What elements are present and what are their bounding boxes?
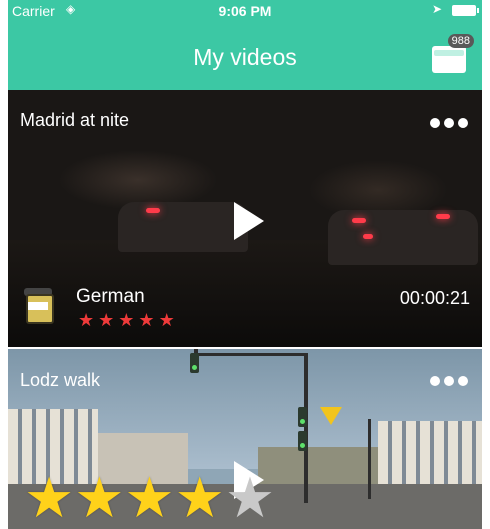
page-title: My videos (193, 44, 297, 70)
dot-icon (444, 376, 454, 386)
location-arrow-icon: ➤ (431, 2, 442, 16)
dot-icon (458, 376, 468, 386)
star-icon: ★ (74, 466, 125, 529)
star-icon: ★ (24, 466, 75, 529)
traffic-pole (304, 353, 308, 503)
video-duration: 00:00:21 (399, 288, 470, 308)
wallet-badge: 988 (447, 34, 474, 48)
rating-stars: ★ ★ ★ ★ ★ (24, 467, 275, 529)
scene-car (328, 210, 478, 265)
star-empty-icon: ★ (224, 466, 276, 529)
status-bar: Carrier ◈ 9:06 PM ➤ (8, 0, 482, 22)
scene-trees (258, 447, 378, 489)
traffic-light (298, 407, 307, 427)
traffic-arm (194, 353, 304, 356)
rating-stars: ★ ★ ★ ★ ★ (78, 310, 175, 330)
video-title: Lodz walk (20, 370, 101, 390)
traffic-light (298, 431, 307, 451)
more-options-button[interactable] (430, 376, 468, 386)
traffic-pole (368, 419, 371, 499)
star-icon: ★ (174, 466, 225, 529)
language-jar-icon (24, 286, 54, 324)
wallet-button[interactable]: 988 (432, 34, 474, 74)
star-icon: ★ (78, 310, 95, 330)
status-time: 9:06 PM (218, 3, 272, 19)
tail-light (352, 218, 366, 223)
play-icon[interactable] (234, 202, 264, 240)
more-options-button[interactable] (430, 118, 468, 128)
app-screen: Carrier ◈ 9:06 PM ➤ My videos 988 Madrid… (0, 0, 490, 529)
dot-icon (444, 118, 454, 128)
dot-icon (458, 118, 468, 128)
tail-light (363, 234, 373, 239)
star-icon: ★ (98, 310, 115, 330)
scene-building (378, 421, 482, 489)
language-label: German (76, 286, 145, 307)
traffic-light (190, 353, 199, 373)
star-icon: ★ (158, 310, 175, 330)
dot-icon (430, 376, 440, 386)
tail-light (146, 208, 160, 213)
tail-light (436, 214, 450, 219)
star-icon: ★ (118, 310, 135, 330)
dot-icon (430, 118, 440, 128)
yield-sign (320, 407, 342, 425)
star-icon: ★ (138, 310, 155, 330)
jar-label (28, 302, 48, 310)
video-title: Madrid at nite (20, 110, 130, 130)
video-card[interactable]: Madrid at nite German ★ ★ ★ ★ ★ 00:00:21 (8, 90, 482, 347)
scene-car (118, 202, 248, 252)
app-header: Carrier ◈ 9:06 PM ➤ My videos 988 (8, 0, 482, 90)
star-icon: ★ (124, 466, 175, 529)
wallet-flap (434, 50, 464, 56)
scene-glow (58, 150, 218, 210)
battery-icon (452, 5, 479, 16)
video-card[interactable]: Lodz walk ★ ★ ★ ★ ★ (8, 349, 482, 529)
